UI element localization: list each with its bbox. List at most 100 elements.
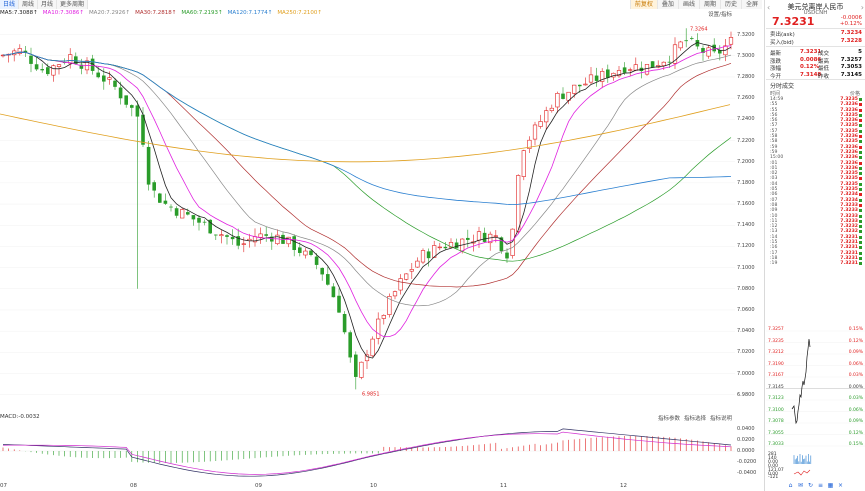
chart-type-tabs: 日线 周线 月线 更多周期 [0, 0, 89, 9]
toolbar-history[interactable]: 历史 [719, 0, 741, 9]
ask-value: 7.3234 [840, 30, 862, 36]
tab-more-periods[interactable]: 更多周期 [57, 0, 89, 9]
quote-stat-row: 今开 7.3148 昨收 7.3145 [770, 72, 862, 80]
tick-direction-marker [859, 156, 862, 160]
candle-body [561, 93, 565, 99]
home-icon[interactable]: ⌂ [787, 482, 794, 489]
quote-stat-row: 涨幅 0.12% 最低 7.3053 [770, 64, 862, 72]
close-icon[interactable]: × [837, 482, 844, 489]
tick-direction-marker [859, 246, 862, 250]
candle-body [376, 318, 381, 339]
candle-body [225, 235, 229, 237]
candle-body [342, 313, 347, 333]
candle-body [454, 242, 459, 249]
candle-body [650, 61, 655, 68]
candle-body [538, 121, 543, 127]
candle-body [690, 38, 694, 39]
candle-body [337, 295, 341, 313]
candle-body [594, 75, 599, 81]
ask-label: 卖出(ask) [770, 32, 795, 38]
tick-direction-marker [859, 129, 862, 133]
ticks-list[interactable]: 14:59 7.3235:55 7.3236:55 7.3236:56 7.3235:5… [770, 97, 862, 267]
tick-direction-marker [859, 193, 862, 197]
mini-pct-label: 0.00% [848, 384, 863, 390]
quote-stat-value: 0.12% [800, 64, 820, 70]
mini-volume-panel: 281 140 0.00 0.00 121.07 0.00 -121 [766, 452, 865, 480]
candle-body [146, 146, 151, 185]
tick-direction-marker [859, 98, 862, 101]
tick-direction-marker [859, 198, 862, 202]
toolbar-period[interactable]: 周期 [698, 0, 720, 9]
candle-body [303, 250, 308, 256]
candle-body [348, 332, 352, 358]
candle-body [40, 69, 44, 71]
tick-direction-marker [859, 145, 862, 149]
toolbar-adjust[interactable]: 前复权 [629, 0, 657, 9]
mini-volume-svg [793, 454, 812, 476]
refresh-icon[interactable]: ↻ [807, 482, 814, 489]
candle-body [633, 64, 638, 71]
candle-body [331, 286, 336, 298]
candle-body [521, 150, 526, 177]
candle-body [113, 80, 117, 87]
price-axis-tick: 7.0000 [737, 370, 755, 377]
quote-stat-row: 涨跌 0.0086 最高 7.3257 [770, 57, 862, 65]
candle-body [359, 361, 364, 378]
bid-value: 7.3228 [840, 38, 862, 44]
candle-body [728, 37, 734, 45]
mini-price-label: 7.3100 [768, 407, 784, 413]
bid-label: 买入(bid) [770, 40, 794, 46]
tick-direction-marker [859, 235, 862, 239]
candle-body [130, 105, 134, 108]
divider [766, 46, 865, 47]
toolbar-overlay[interactable]: 叠加 [656, 0, 678, 9]
candle-body [404, 273, 409, 280]
toolbar-fullscreen[interactable]: 全屏 [740, 0, 762, 9]
tab-daily[interactable]: 日线 [0, 0, 20, 9]
candle-body [191, 215, 196, 220]
mini-price-label: 7.3167 [768, 373, 784, 378]
candle-body [555, 93, 560, 108]
candle-body [68, 54, 73, 64]
tick-direction-marker [859, 209, 862, 213]
mini-pct-label: 0.06% [848, 407, 863, 413]
toolbar-draw[interactable]: 画线 [677, 0, 699, 9]
candle-body [56, 64, 62, 67]
mini-pct-label: 0.03% [848, 373, 863, 378]
quote-panel: ‹ › 美元兑离岸人民币 USDCNH 7.3231 -0.0006 +0.12… [766, 0, 865, 491]
settings-indicator-link[interactable]: 设置/指标 [708, 10, 732, 18]
grid-icon[interactable]: ▦ [827, 482, 834, 489]
macd-chart-svg[interactable] [0, 420, 735, 483]
price-axis-tick: 7.1200 [737, 243, 755, 250]
tick-direction-marker [859, 214, 862, 218]
candle-body [320, 267, 324, 275]
candle-body [415, 260, 420, 268]
list-icon[interactable]: ≡ [817, 482, 824, 489]
tab-weekly[interactable]: 周线 [19, 0, 39, 9]
candle-body [505, 252, 509, 259]
candle-body [628, 69, 633, 71]
candle-body [169, 206, 173, 208]
price-candles-svg[interactable]: 7.3264 6.9851 [0, 18, 735, 414]
price-axis-tick: 7.0200 [737, 349, 755, 356]
candle-body [622, 67, 627, 73]
price-axis-tick: 7.0800 [737, 285, 755, 292]
tick-direction-marker [859, 108, 862, 112]
date-axis-tick: 12 [620, 483, 627, 489]
candle-body [661, 61, 666, 66]
candle-body [578, 84, 582, 87]
app-root: 日线 周线 月线 更多周期 前复权 叠加 画线 周期 历史 全屏 MA5:7.3… [0, 0, 865, 491]
candle-body [583, 83, 588, 86]
bottom-toolbar: ⌂ ✉ ↻ ≡ ▦ × [766, 480, 865, 491]
candle-body [174, 208, 179, 216]
chat-icon[interactable]: ✉ [797, 482, 804, 489]
candle-body [443, 246, 448, 249]
tick-direction-marker [859, 219, 862, 223]
mini-price-label: 7.3078 [768, 419, 784, 424]
tab-monthly[interactable]: 月线 [38, 0, 58, 9]
mini-indicator-line [793, 469, 811, 476]
high-annotation: 7.3264 [690, 26, 708, 32]
ma-legend-item: MA120:7.1774↑ [227, 10, 273, 16]
candle-body [549, 107, 554, 111]
candle-body [230, 236, 235, 240]
